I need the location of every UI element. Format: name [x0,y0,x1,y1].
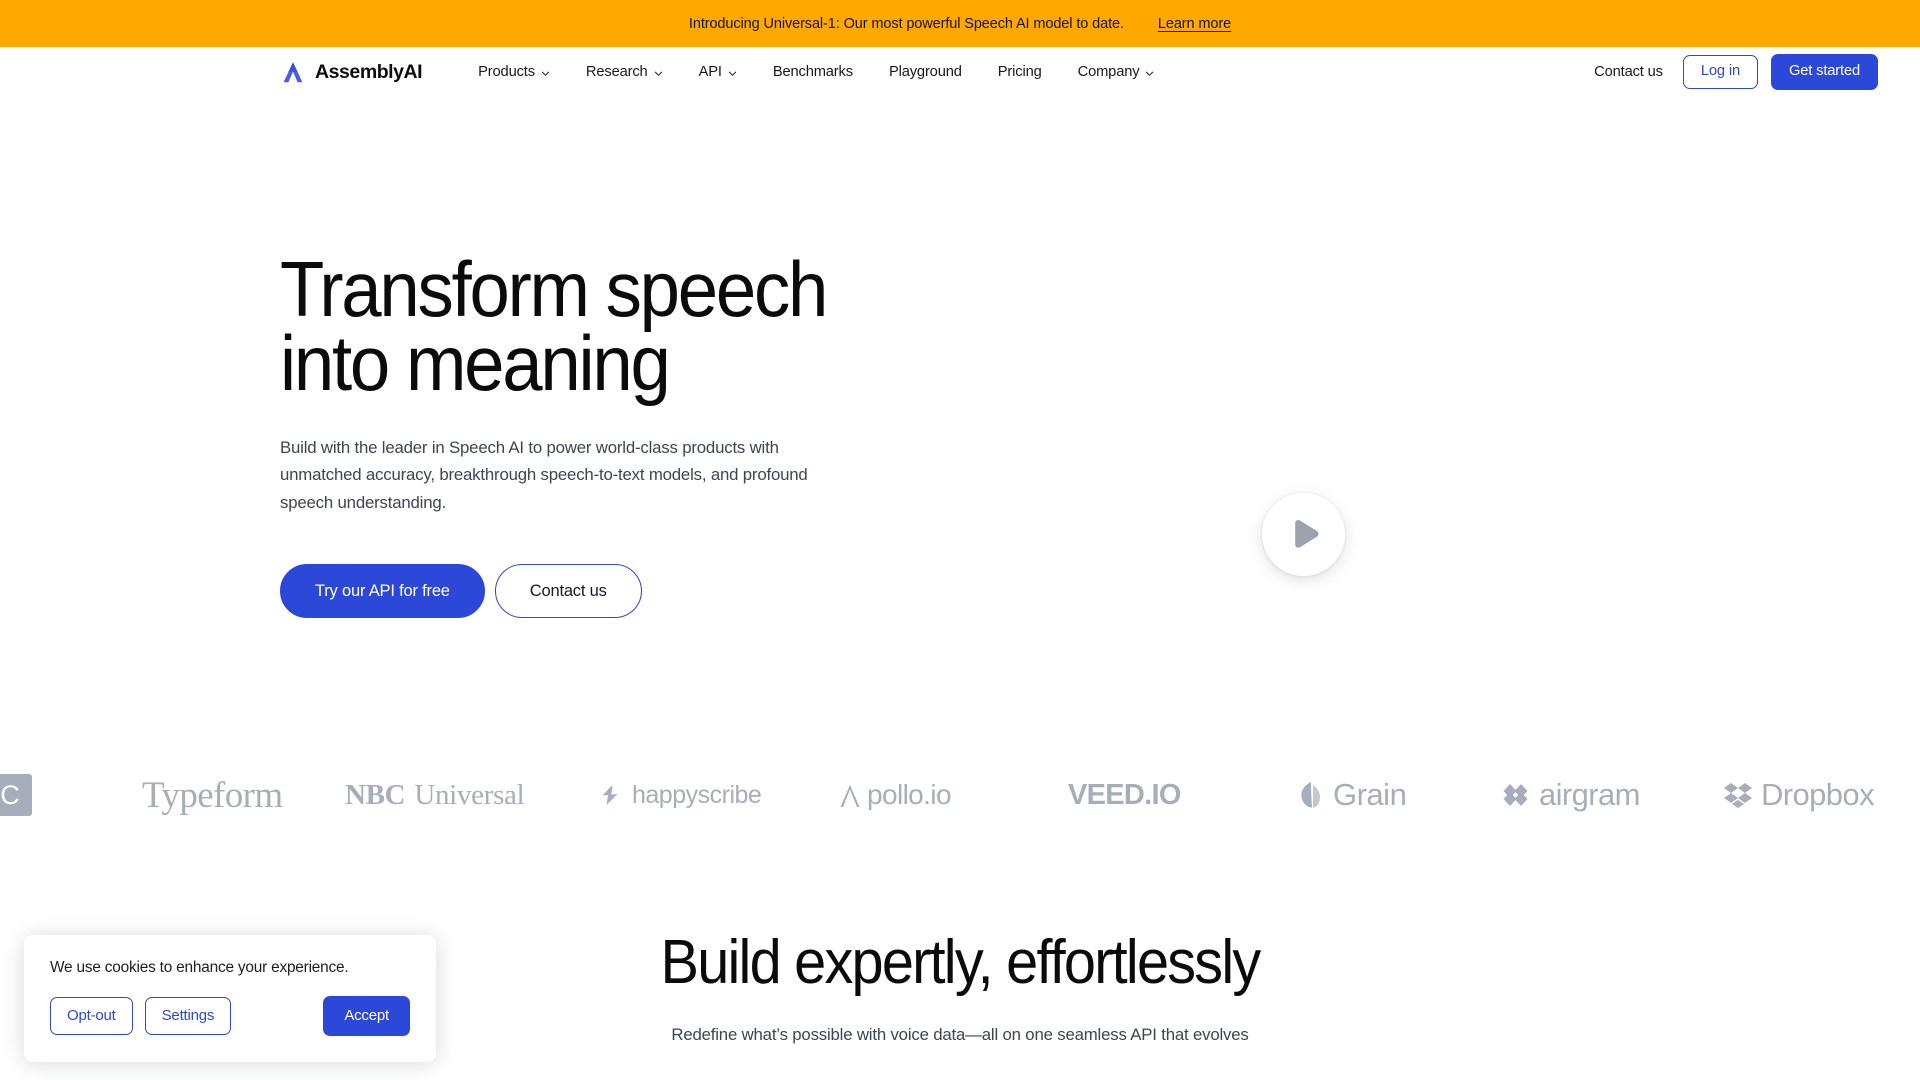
cookie-banner-actions: Opt-out Settings Accept [50,996,410,1036]
logo-dropbox: Dropbox [1723,777,1875,813]
happyscribe-lightning-icon [602,785,618,805]
logo-veed-io: VEED.IO [1068,778,1181,811]
nav-item-products-label: Products [478,64,535,80]
play-video-button[interactable] [1262,493,1345,576]
nav-item-playground[interactable]: Playground [871,58,980,86]
brand-name: AssemblyAI [315,60,423,83]
nav-actions: Contact us Log in Get started [1594,54,1878,90]
login-button[interactable]: Log in [1682,55,1758,89]
try-api-free-button[interactable]: Try our API for free [280,563,485,618]
hero-title-line-2: into meaning [280,319,671,408]
apollo-lambda-icon [840,784,860,807]
hero-contact-us-button[interactable]: Contact us [494,563,642,618]
cookie-opt-out-button[interactable]: Opt-out [50,997,133,1035]
brand-logo[interactable]: AssemblyAI [280,59,423,85]
hero-cta-group: Try our API for free Contact us [280,563,1920,618]
nav-item-research-label: Research [585,64,648,80]
logo-nbcuniversal-rest: Universal [414,778,525,811]
logo-happyscribe-text: happyscribe [632,780,762,809]
nav-links: Products Research API Benchmarks Playgro… [466,58,1172,86]
cookie-consent-banner: We use cookies to enhance your experienc… [24,935,436,1062]
logo-typeform: Typeform [142,774,283,816]
hero-subtitle: Build with the leader in Speech AI to po… [280,438,808,512]
grain-leaf-icon [1301,782,1320,808]
logo-nbcuniversal-bold: NBC [345,778,406,811]
nav-item-benchmarks-label: Benchmarks [772,64,853,80]
nav-contact-us-link[interactable]: Contact us [1594,64,1663,80]
nav-item-pricing[interactable]: Pricing [980,58,1060,86]
chevron-down-icon [654,71,662,76]
announcement-learn-more-link[interactable]: Learn more [1158,16,1231,32]
nav-item-benchmarks[interactable]: Benchmarks [755,58,871,86]
logo-airgram: airgram [1502,777,1640,813]
airgram-diamonds-icon [1503,784,1528,806]
play-icon [1295,519,1319,548]
main-navbar: AssemblyAI Products Research API Benchma… [0,47,1920,97]
page-root: Introducing Universal-1: Our most powerf… [0,0,1920,1080]
logo-apollo-io-text: pollo.io [867,779,952,810]
customer-logo-strip: C Typeform NBC Universal happyscribe poll… [0,762,1920,828]
logo-happyscribe: happyscribe [597,780,762,810]
logo-nbcuniversal: NBC Universal [345,778,525,812]
logo-grain: Grain [1298,777,1407,813]
nav-item-products[interactable]: Products [466,58,568,86]
announcement-banner: Introducing Universal-1: Our most powerf… [0,0,1920,47]
logo-callrail: C [0,774,32,816]
chevron-down-icon [541,71,550,76]
logo-airgram-text: airgram [1539,777,1640,812]
nav-item-api[interactable]: API [681,58,755,86]
get-started-button[interactable]: Get started [1770,54,1878,90]
cookie-accept-button[interactable]: Accept [323,996,410,1036]
cookie-settings-button[interactable]: Settings [144,997,232,1035]
cookie-banner-message: We use cookies to enhance your experienc… [50,959,349,976]
chevron-down-icon [728,71,736,76]
hero-section: Transform speech into meaning Build with… [0,97,1920,737]
nav-item-playground-label: Playground [888,64,962,80]
nav-item-pricing-label: Pricing [997,64,1042,80]
nav-item-research[interactable]: Research [568,58,681,86]
logo-grain-text: Grain [1333,777,1407,812]
hero-title: Transform speech into meaning [280,250,857,402]
logo-dropbox-text: Dropbox [1761,777,1875,812]
dropbox-icon [1724,783,1752,808]
nav-item-company[interactable]: Company [1060,58,1173,86]
nav-item-company-label: Company [1077,64,1140,80]
assemblyai-lambda-icon [283,62,303,83]
nav-item-api-label: API [698,64,722,80]
announcement-text: Introducing Universal-1: Our most powerf… [688,15,1124,32]
logo-apollo-io: pollo.io [838,779,952,811]
chevron-down-icon [1146,71,1154,76]
